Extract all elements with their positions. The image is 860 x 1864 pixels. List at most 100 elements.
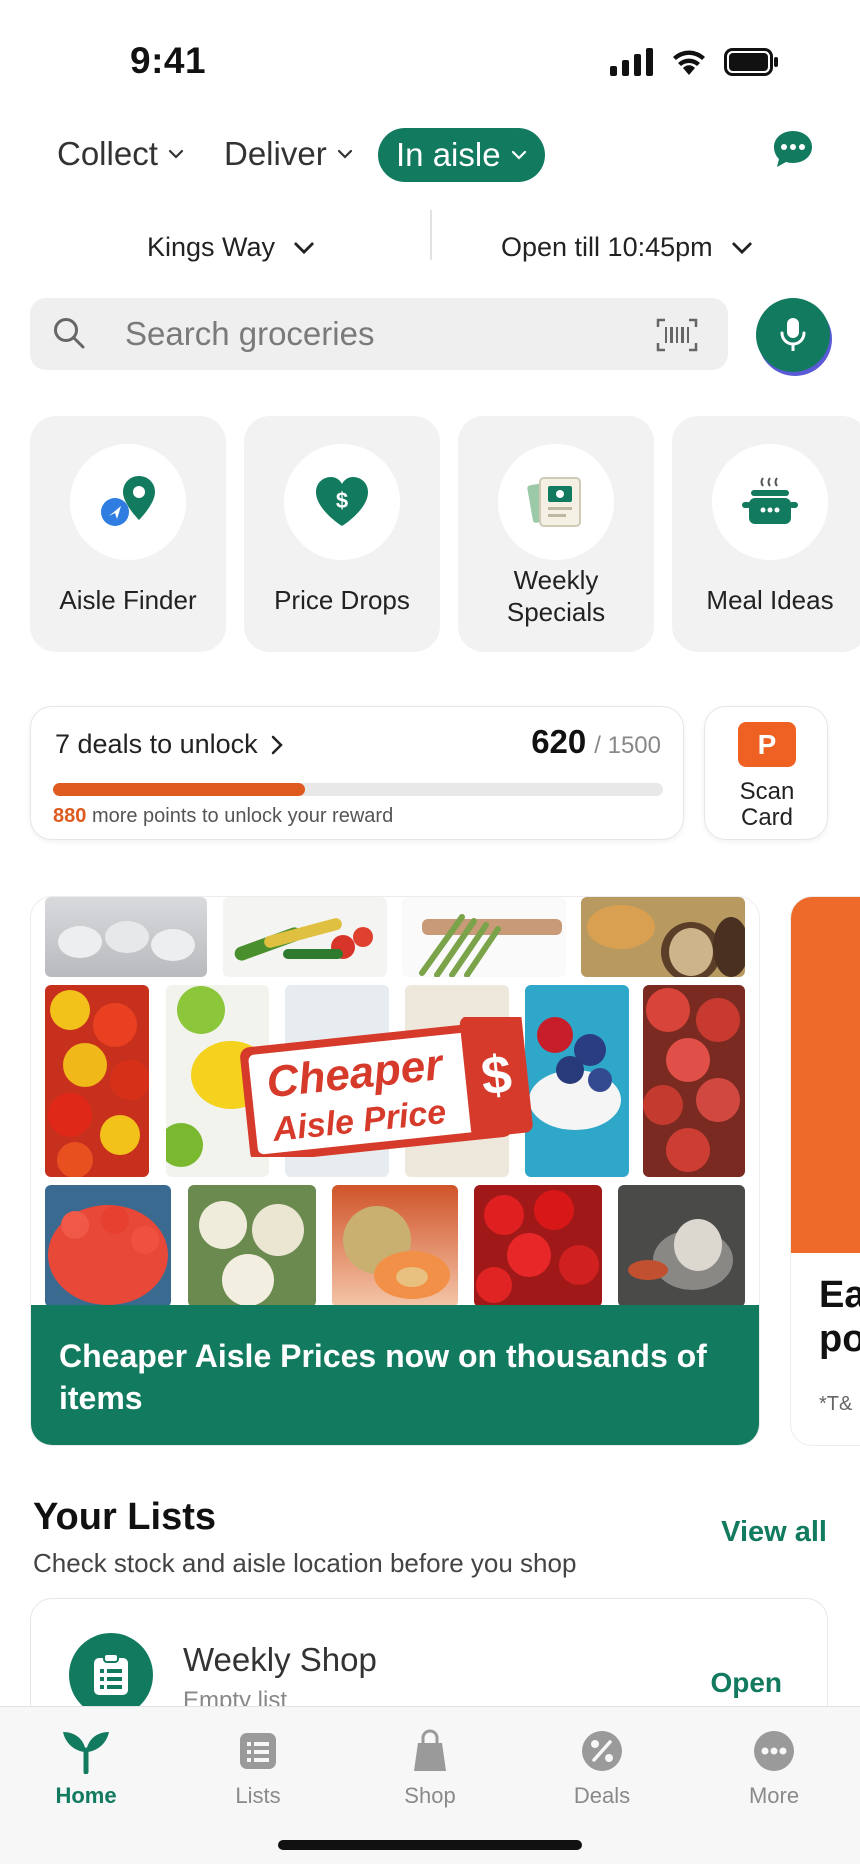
deals-to-unlock-link[interactable]: 7 deals to unlock	[55, 729, 284, 760]
produce-collage-image: $ Cheaper Aisle Price	[31, 897, 759, 1307]
tile-icon-circle: $	[284, 444, 400, 560]
scan-card-button[interactable]: P Scan Card	[704, 706, 828, 840]
bread-photo	[581, 897, 745, 977]
percent-badge-icon	[582, 1731, 622, 1771]
divider	[430, 210, 432, 260]
nav-label: Shop	[404, 1783, 456, 1808]
battery-icon	[724, 48, 778, 76]
mode-collect[interactable]: Collect	[57, 135, 184, 173]
tile-icon-circle	[70, 444, 186, 560]
nav-lists[interactable]: Lists	[172, 1727, 344, 1809]
mode-in-aisle-label: In aisle	[396, 136, 501, 173]
voice-search-button[interactable]	[756, 298, 830, 372]
chat-button[interactable]	[771, 127, 815, 171]
points-counter: 620 / 1500	[531, 723, 661, 761]
points-message: 880 more points to unlock your reward	[53, 805, 393, 828]
capsicum-photo	[474, 1185, 602, 1307]
deals-to-unlock-label: 7 deals to unlock	[55, 729, 258, 759]
tile-icon-circle	[498, 444, 614, 560]
tile-price-drops[interactable]: $ Price Drops	[244, 416, 440, 652]
open-list-button[interactable]: Open	[710, 1667, 782, 1699]
tile-meal-ideas[interactable]: Meal Ideas	[672, 416, 860, 652]
promo-text-banner: Cheaper Aisle Prices now on thousands of…	[31, 1305, 759, 1445]
points-total: / 1500	[594, 732, 661, 759]
cellular-signal-icon	[610, 48, 653, 76]
tile-icon-circle	[712, 444, 828, 560]
promo-card-next[interactable]: Ea po *T&	[790, 896, 860, 1446]
promo2-image	[791, 897, 860, 1253]
loyalty-card-logo: P	[738, 722, 796, 767]
status-icons	[610, 48, 780, 76]
tile-label: Weekly Specials	[506, 565, 606, 627]
home-indicator	[278, 1840, 582, 1850]
eggs-photo	[45, 897, 207, 977]
nav-label: Lists	[235, 1783, 281, 1808]
svg-text:$: $	[336, 488, 348, 513]
rewards-progress-card[interactable]: 7 deals to unlock 620 / 1500 880 more po…	[30, 706, 684, 840]
chevron-down-icon	[511, 150, 526, 160]
quick-action-tiles: Aisle Finder $ Price Drops Weekly Specia…	[30, 416, 860, 654]
cheaper-aisle-price-badge: $ Cheaper Aisle Price	[236, 1011, 536, 1163]
points-current: 620	[531, 723, 587, 760]
mode-collect-label: Collect	[57, 135, 158, 172]
tile-label: Meal Ideas	[706, 585, 834, 615]
chevron-down-icon	[732, 242, 752, 254]
tile-label: Aisle Finder	[59, 585, 197, 615]
berries-photo	[525, 985, 629, 1177]
points-message-text: more points to unlock your reward	[91, 805, 394, 827]
list-icon-circle	[69, 1633, 153, 1717]
promo-carousel-card[interactable]: $ Cheaper Aisle Price Cheaper Aisle Pric…	[30, 896, 760, 1446]
status-bar: 9:41	[0, 0, 860, 110]
chevron-down-icon	[294, 242, 314, 254]
list-icon	[240, 1733, 276, 1769]
nav-deals[interactable]: Deals	[516, 1727, 688, 1809]
scan-card-label: Scan Card	[739, 778, 795, 831]
more-dots-icon	[754, 1731, 794, 1771]
search-bar	[30, 298, 728, 370]
garlic-photo	[618, 1185, 745, 1307]
wifi-icon	[673, 50, 705, 75]
search-icon	[54, 318, 85, 349]
list-name: Weekly Shop	[183, 1641, 377, 1678]
heart-dollar-icon: $	[316, 477, 368, 526]
strawberries-photo	[45, 1185, 171, 1307]
nav-shop[interactable]: Shop	[344, 1727, 516, 1809]
mode-deliver[interactable]: Deliver	[224, 135, 353, 173]
chevron-down-icon	[337, 149, 352, 159]
asparagus-photo	[402, 897, 566, 977]
nav-home[interactable]: Home	[0, 1727, 172, 1809]
store-hours: Open till 10:45pm	[501, 232, 713, 262]
tile-label: Price Drops	[274, 585, 410, 615]
promo-headline: Cheaper Aisle Prices now on thousands of…	[59, 1338, 707, 1416]
chat-bubble-icon	[774, 131, 812, 167]
cooking-pot-icon	[742, 477, 798, 524]
shopping-bag-icon	[414, 1729, 446, 1771]
chevron-down-icon	[168, 149, 183, 159]
promo2-terms: *T&	[819, 1393, 853, 1415]
your-lists-heading: Your Lists	[33, 1496, 216, 1538]
mode-in-aisle[interactable]: In aisle	[378, 128, 545, 182]
mode-deliver-label: Deliver	[224, 135, 327, 172]
barcode-scan-icon[interactable]	[656, 318, 698, 352]
badge-dollar-text: $	[478, 1044, 514, 1107]
store-selector-row: Kings Way Open till 10:45pm	[0, 210, 860, 280]
store-location-selector[interactable]: Kings Way	[147, 232, 315, 263]
search-input[interactable]	[95, 298, 655, 370]
cauliflower-photo	[188, 1185, 316, 1307]
nav-label: More	[748, 1783, 800, 1808]
nav-more[interactable]: More	[688, 1727, 860, 1809]
points-progress-bar	[53, 783, 663, 796]
melon-photo	[332, 1185, 458, 1307]
microphone-icon	[780, 318, 806, 351]
fulfilment-mode-selector: Collect Deliver In aisle	[55, 125, 815, 185]
store-hours-selector[interactable]: Open till 10:45pm	[501, 232, 753, 263]
tile-aisle-finder[interactable]: Aisle Finder	[30, 416, 226, 652]
tomatoes-photo	[45, 985, 149, 1177]
points-progress-fill	[53, 783, 305, 796]
view-all-lists-link[interactable]: View all	[721, 1516, 827, 1549]
tile-weekly-specials[interactable]: Weekly Specials	[458, 416, 654, 652]
store-name: Kings Way	[147, 232, 276, 262]
nav-label: Deals	[573, 1783, 631, 1808]
points-remaining: 880	[53, 805, 87, 827]
chevron-right-icon	[271, 735, 283, 754]
